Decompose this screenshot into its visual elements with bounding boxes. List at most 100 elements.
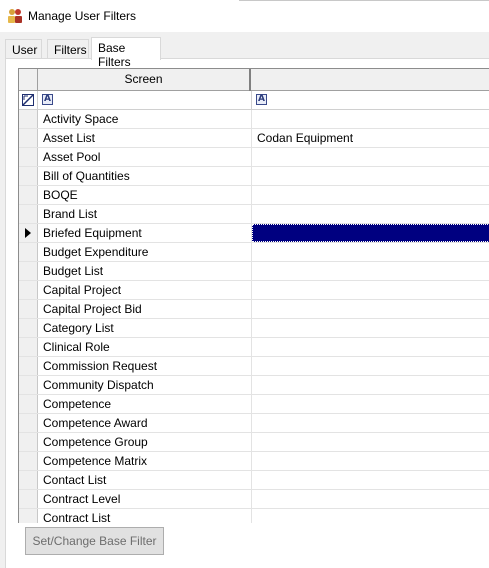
- table-row[interactable]: Asset Pool: [19, 148, 489, 167]
- cell-screen[interactable]: Clinical Role: [38, 338, 252, 356]
- table-row[interactable]: BOQE: [19, 186, 489, 205]
- cell-screen[interactable]: Contract Level: [38, 490, 252, 508]
- table-row[interactable]: Briefed Equipment: [19, 224, 489, 243]
- table-row[interactable]: Budget Expenditure: [19, 243, 489, 262]
- cell-screen[interactable]: BOQE: [38, 186, 252, 204]
- tab-filters[interactable]: Filters: [47, 39, 89, 59]
- cell-screen[interactable]: Competence: [38, 395, 252, 413]
- tab-base-filters[interactable]: Base Filters: [91, 37, 161, 69]
- row-selector[interactable]: [19, 338, 38, 356]
- table-row[interactable]: Community Dispatch: [19, 376, 489, 395]
- cell-filter[interactable]: [252, 338, 489, 356]
- cell-filter[interactable]: [252, 357, 489, 375]
- table-row[interactable]: Contract Level: [19, 490, 489, 509]
- cell-screen[interactable]: Community Dispatch: [38, 376, 252, 394]
- cell-screen[interactable]: Budget List: [38, 262, 252, 280]
- cell-filter[interactable]: [252, 414, 489, 432]
- cell-screen[interactable]: Competence Matrix: [38, 452, 252, 470]
- cell-filter[interactable]: [252, 110, 489, 128]
- table-row[interactable]: Competence Matrix: [19, 452, 489, 471]
- text-filter-icon[interactable]: A: [42, 94, 53, 105]
- cell-screen[interactable]: Capital Project: [38, 281, 252, 299]
- cell-filter[interactable]: [252, 186, 489, 204]
- row-selector[interactable]: [19, 110, 38, 128]
- table-row[interactable]: Activity Space: [19, 110, 489, 129]
- row-selector[interactable]: [19, 433, 38, 451]
- row-selector[interactable]: [19, 281, 38, 299]
- cell-screen[interactable]: Bill of Quantities: [38, 167, 252, 185]
- row-selector[interactable]: [19, 395, 38, 413]
- table-row[interactable]: Competence Group: [19, 433, 489, 452]
- cell-filter[interactable]: [252, 395, 489, 413]
- row-selector[interactable]: [19, 471, 38, 489]
- table-row[interactable]: Contact List: [19, 471, 489, 490]
- row-selector[interactable]: [19, 509, 38, 523]
- cell-screen[interactable]: Briefed Equipment: [38, 224, 252, 242]
- column-header-screen[interactable]: Screen: [38, 69, 251, 91]
- table-row[interactable]: Category List: [19, 319, 489, 338]
- text-filter-icon[interactable]: A: [256, 94, 267, 105]
- row-selector[interactable]: [19, 452, 38, 470]
- cell-screen[interactable]: Asset Pool: [38, 148, 252, 166]
- cell-screen[interactable]: Commission Request: [38, 357, 252, 375]
- cell-screen[interactable]: Competence Award: [38, 414, 252, 432]
- tab-user[interactable]: User: [5, 39, 42, 59]
- column-header-filter[interactable]: [252, 69, 489, 91]
- table-row[interactable]: Capital Project: [19, 281, 489, 300]
- row-selector[interactable]: [19, 262, 38, 280]
- cell-filter[interactable]: [252, 376, 489, 394]
- set-change-base-filter-button[interactable]: Set/Change Base Filter: [25, 527, 164, 555]
- table-row[interactable]: Asset List Codan Equipment: [19, 129, 489, 148]
- cell-screen[interactable]: Asset List: [38, 129, 252, 147]
- table-row[interactable]: Commission Request: [19, 357, 489, 376]
- cell-screen[interactable]: Activity Space: [38, 110, 252, 128]
- cell-filter[interactable]: [252, 471, 489, 489]
- cell-filter[interactable]: Codan Equipment: [252, 129, 489, 147]
- row-selector[interactable]: [19, 414, 38, 432]
- cell-filter[interactable]: [252, 509, 489, 523]
- row-selector[interactable]: [19, 186, 38, 204]
- table-row[interactable]: Clinical Role: [19, 338, 489, 357]
- cell-filter[interactable]: [252, 281, 489, 299]
- row-selector[interactable]: [19, 205, 38, 223]
- cell-screen[interactable]: Category List: [38, 319, 252, 337]
- table-row[interactable]: Contract List: [19, 509, 489, 523]
- row-selector[interactable]: [19, 129, 38, 147]
- cell-filter[interactable]: [252, 490, 489, 508]
- cell-screen[interactable]: Contact List: [38, 471, 252, 489]
- cell-filter[interactable]: [252, 224, 489, 242]
- cell-filter[interactable]: [252, 205, 489, 223]
- table-row[interactable]: Bill of Quantities: [19, 167, 489, 186]
- row-selector[interactable]: [19, 357, 38, 375]
- row-selector[interactable]: [19, 148, 38, 166]
- row-selector[interactable]: [19, 376, 38, 394]
- row-selector[interactable]: [19, 319, 38, 337]
- base-filters-grid[interactable]: Screen A A Activity Space Asset List Codan…: [18, 68, 489, 523]
- filter-cell-screen[interactable]: A: [38, 91, 252, 109]
- row-selector[interactable]: [19, 490, 38, 508]
- row-selector[interactable]: [19, 300, 38, 318]
- cell-filter[interactable]: [252, 319, 489, 337]
- table-row[interactable]: Competence Award: [19, 414, 489, 433]
- cell-filter[interactable]: [252, 262, 489, 280]
- table-row[interactable]: Competence: [19, 395, 489, 414]
- cell-filter[interactable]: [252, 433, 489, 451]
- table-row[interactable]: Brand List: [19, 205, 489, 224]
- cell-filter[interactable]: [252, 452, 489, 470]
- table-row[interactable]: Budget List: [19, 262, 489, 281]
- cell-screen[interactable]: Capital Project Bid: [38, 300, 252, 318]
- cell-filter[interactable]: [252, 243, 489, 261]
- cell-screen[interactable]: Brand List: [38, 205, 252, 223]
- cell-filter[interactable]: [252, 148, 489, 166]
- filter-cell-filter[interactable]: A: [252, 91, 489, 109]
- row-selector[interactable]: [19, 224, 38, 242]
- row-selector[interactable]: [19, 167, 38, 185]
- cell-screen[interactable]: Contract List: [38, 509, 252, 523]
- cell-filter[interactable]: [252, 167, 489, 185]
- table-row[interactable]: Capital Project Bid: [19, 300, 489, 319]
- cell-filter[interactable]: [252, 300, 489, 318]
- cell-screen[interactable]: Competence Group: [38, 433, 252, 451]
- clear-filter-icon[interactable]: [22, 94, 34, 106]
- cell-screen[interactable]: Budget Expenditure: [38, 243, 252, 261]
- row-selector[interactable]: [19, 243, 38, 261]
